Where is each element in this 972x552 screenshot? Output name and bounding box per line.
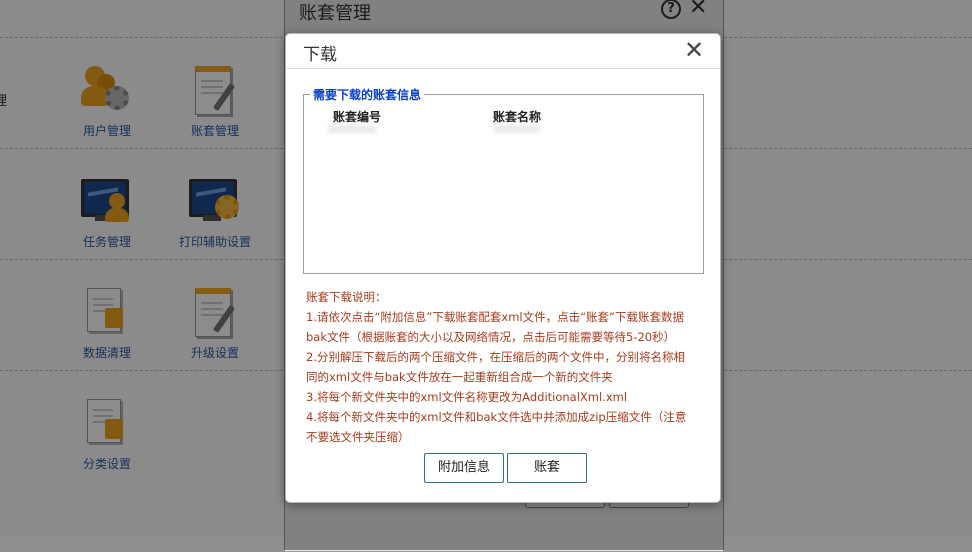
dialog-title: 下载 xyxy=(303,45,337,65)
account-set-button[interactable]: 账套 xyxy=(507,453,587,483)
column-header-account-name: 账套名称 xyxy=(493,110,542,124)
instruction-line: 账套下载说明： xyxy=(306,290,387,304)
download-instructions: 账套下载说明： 1.请依次点击“附加信息”下载账套配套xml文件，点击“账套”下… xyxy=(306,287,706,447)
instruction-line: 3.将每个新文件夹中的xml文件名称更改为AdditionalXml.xml xyxy=(306,390,628,404)
instruction-line: 1.请依次点击“附加信息”下载账套配套xml文件，点击“账套”下载账套数据 xyxy=(306,310,685,324)
instruction-line: bak文件（根据账套的大小以及网络情况，点击后可能需要等待5-20秒） xyxy=(306,330,676,344)
close-icon[interactable]: ✕ xyxy=(684,36,704,64)
additional-info-button[interactable]: 附加信息 xyxy=(424,453,504,483)
download-dialog: 下载 ✕ 需要下载的账套信息 账套编号 账套名称 账套下载说明： 1.请依次点击… xyxy=(285,33,721,503)
instruction-line: 同的xml文件与bak文件放在一起重新组合成一个新的文件夹 xyxy=(306,370,613,384)
dialog-header: 下载 ✕ xyxy=(286,34,720,69)
redacted-value xyxy=(494,125,540,133)
instruction-line: 4.将每个新文件夹中的xml文件和bak文件选中并添加成zip压缩文件（注意 xyxy=(306,410,687,424)
instruction-line: 2.分别解压下载后的两个压缩文件，在压缩后的两个文件中，分别将名称相 xyxy=(306,350,685,364)
instruction-line: 不要选文件夹压缩） xyxy=(306,430,410,444)
redacted-value xyxy=(328,125,376,133)
column-header-account-number: 账套编号 xyxy=(333,110,382,124)
group-legend: 需要下载的账套信息 xyxy=(310,86,425,103)
account-set-info-group: 需要下载的账套信息 账套编号 账套名称 xyxy=(303,86,704,274)
